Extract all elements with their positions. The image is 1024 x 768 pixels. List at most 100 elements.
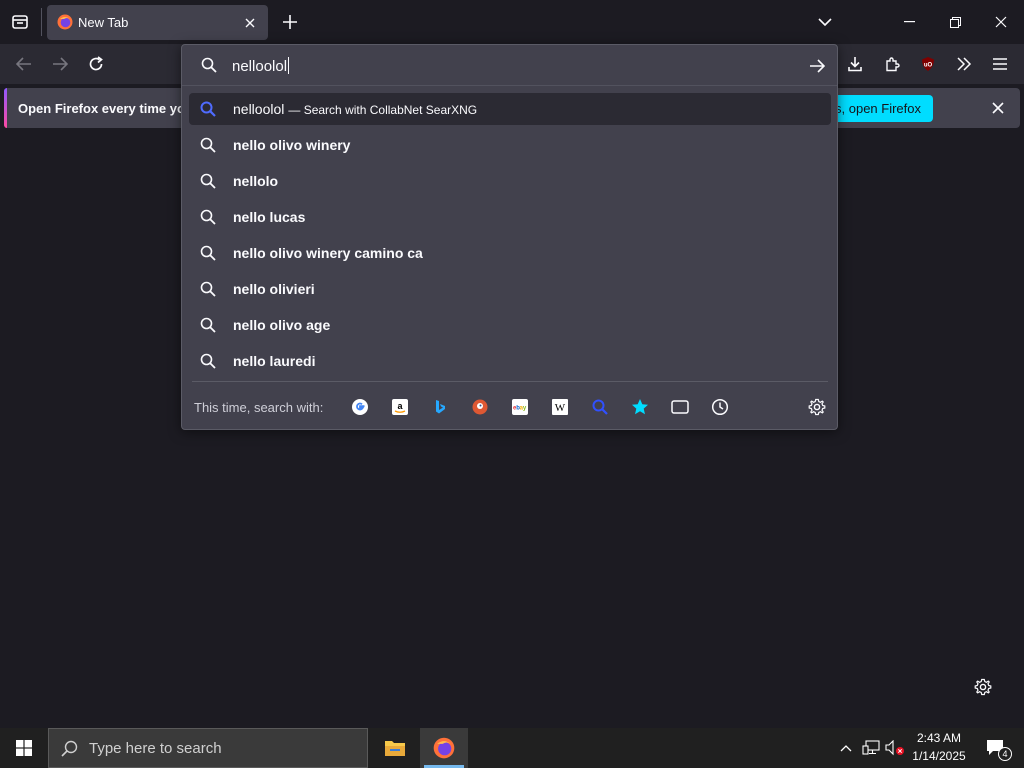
amazon-engine-button[interactable]: a — [390, 397, 410, 417]
folder-icon — [385, 741, 405, 756]
forward-button[interactable] — [48, 52, 72, 76]
restore-button[interactable] — [936, 8, 974, 36]
firefox-logo-icon — [57, 14, 73, 30]
suggestion-row[interactable]: nello olivo winery camino ca — [189, 237, 831, 269]
gear-icon — [808, 398, 826, 416]
svg-text:W: W — [555, 402, 566, 414]
suggestion-text: nello lucas — [233, 209, 306, 225]
taskbar-search-box[interactable]: Type here to search — [48, 728, 368, 768]
bookmarks-engine-button[interactable] — [630, 397, 650, 417]
tab-bar: New Tab — [0, 0, 1024, 44]
suggestion-text: nello olivo age — [233, 317, 331, 333]
history-clock-icon — [711, 398, 729, 416]
close-notification-button[interactable] — [988, 98, 1008, 118]
duckduckgo-icon — [472, 399, 488, 415]
ebay-icon: e b a y — [512, 399, 528, 415]
searxng-engine-button[interactable] — [590, 397, 610, 417]
suggestion-selected-text: nelloolol — Search with CollabNet SearXNG — [233, 101, 477, 117]
file-explorer-taskbar-button[interactable] — [372, 728, 418, 768]
action-center-button[interactable]: 4 — [976, 728, 1016, 768]
show-hidden-icons-button[interactable] — [836, 738, 856, 758]
hamburger-menu-icon — [993, 58, 1007, 70]
reload-button[interactable] — [84, 52, 108, 76]
search-icon — [200, 317, 216, 333]
bing-icon — [436, 400, 445, 414]
suggestion-row[interactable]: nello olivo age — [189, 309, 831, 341]
notification-count-badge: 4 — [998, 747, 1012, 761]
suggestion-text: nello olivo winery — [233, 137, 351, 153]
tabs-engine-button[interactable] — [670, 397, 690, 417]
suggestion-row-selected[interactable]: nelloolol — Search with CollabNet SearXNG — [189, 93, 831, 125]
history-engine-button[interactable] — [710, 397, 730, 417]
gear-icon — [974, 678, 992, 696]
firefox-view-button[interactable] — [8, 10, 32, 34]
firefox-taskbar-button[interactable] — [420, 728, 468, 768]
urlbar-input[interactable]: nelloolol — [232, 57, 290, 75]
bing-engine-button[interactable] — [430, 397, 450, 417]
volume-button[interactable] — [884, 738, 906, 758]
duckduckgo-engine-button[interactable] — [470, 397, 490, 417]
newtab-personalize-button[interactable] — [972, 676, 994, 698]
tab-new-tab[interactable]: New Tab — [47, 5, 268, 40]
suggestion-row[interactable]: nello olivo winery — [189, 129, 831, 161]
suggestion-query: nelloolol — [233, 101, 285, 117]
back-button[interactable] — [12, 52, 36, 76]
suggestion-action: — Search with CollabNet SearXNG — [288, 103, 478, 117]
volume-muted-icon — [885, 740, 904, 756]
clock-time: 2:43 AM — [916, 731, 962, 745]
suggestion-row[interactable]: nello lauredi — [189, 345, 831, 377]
suggestion-text: nello olivo winery camino ca — [233, 245, 423, 261]
chevrons-right-icon — [957, 57, 972, 71]
list-all-tabs-button[interactable] — [813, 10, 837, 34]
ebay-engine-button[interactable]: e b a y — [510, 397, 530, 417]
windows-logo-icon — [16, 740, 32, 756]
wikipedia-engine-button[interactable]: W — [550, 397, 570, 417]
search-icon — [200, 209, 216, 225]
amazon-icon: a — [392, 399, 408, 415]
open-firefox-button[interactable]: es, open Firefox — [824, 95, 933, 122]
minimize-button[interactable] — [890, 8, 928, 36]
suggestion-row[interactable]: nello olivieri — [189, 273, 831, 305]
new-tab-button[interactable] — [278, 10, 302, 34]
go-button[interactable] — [806, 55, 828, 77]
suggestion-row[interactable]: nello lucas — [189, 201, 831, 233]
notification-message: Open Firefox every time you — [18, 101, 193, 116]
suggestion-text: nellolo — [233, 173, 279, 189]
search-icon — [61, 740, 78, 757]
network-icon — [862, 740, 880, 755]
notification-accent — [4, 88, 7, 128]
network-button[interactable] — [860, 738, 882, 758]
one-off-label: This time, search with: — [194, 400, 324, 415]
ublock-origin-button[interactable]: uO — [916, 52, 940, 76]
svg-text:uO: uO — [924, 63, 933, 69]
search-icon — [200, 281, 216, 297]
suggestion-text: nello lauredi — [233, 353, 316, 369]
search-icon — [200, 353, 216, 369]
search-icon — [200, 173, 216, 189]
close-window-button[interactable] — [982, 8, 1020, 36]
start-button[interactable] — [0, 728, 48, 768]
close-tab-button[interactable] — [240, 13, 260, 33]
wikipedia-icon: W — [552, 399, 568, 415]
app-menu-button[interactable] — [988, 52, 1012, 76]
downloads-button[interactable] — [843, 52, 867, 76]
searxng-search-icon — [200, 101, 216, 117]
arrow-left-icon — [16, 57, 31, 71]
suggestion-row[interactable]: nellolo — [189, 165, 831, 197]
google-engine-button[interactable] — [350, 397, 370, 417]
firefox-view-icon — [12, 15, 28, 29]
search-icon — [200, 245, 216, 261]
firefox-logo-icon — [433, 737, 455, 759]
close-icon — [995, 16, 1007, 28]
google-icon — [352, 399, 368, 415]
close-icon — [992, 102, 1004, 114]
suggestion-text: nello olivieri — [233, 281, 315, 297]
overflow-menu-button[interactable] — [952, 52, 976, 76]
bookmarks-star-icon — [632, 399, 648, 415]
plus-icon — [283, 15, 297, 29]
text-caret — [288, 57, 290, 74]
extensions-button[interactable] — [880, 52, 904, 76]
searxng-icon — [592, 399, 608, 415]
search-settings-button[interactable] — [807, 397, 827, 417]
search-icon — [201, 57, 217, 73]
